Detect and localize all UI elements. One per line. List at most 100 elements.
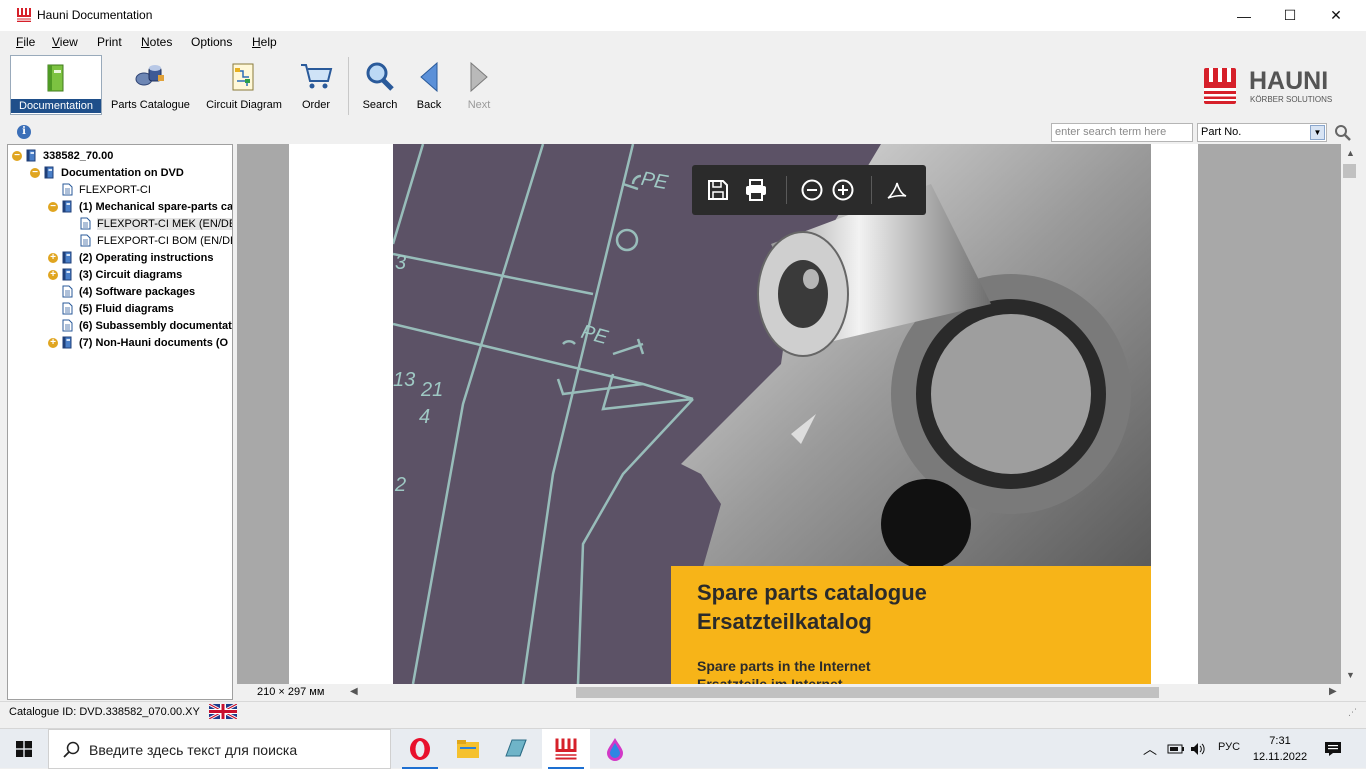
- book-icon: [62, 200, 72, 213]
- expand-icon[interactable]: +: [48, 252, 58, 263]
- expand-icon[interactable]: +: [48, 337, 58, 348]
- hauni-icon: [555, 738, 577, 760]
- search-button[interactable]: Search: [360, 55, 400, 115]
- search-field-select[interactable]: Part No. ▼: [1197, 123, 1327, 142]
- tree-node[interactable]: − (1) Mechanical spare-parts ca: [48, 198, 233, 215]
- info-icon[interactable]: i: [17, 125, 31, 139]
- document-icon: [62, 183, 73, 196]
- horizontal-scrollbar[interactable]: 210 × 297 мм ◀ ▶: [237, 684, 1341, 701]
- tree-node-label: FLEXPORT-CI MEK (EN/DE): [97, 217, 232, 230]
- tree-node-label: Documentation on DVD: [61, 166, 184, 179]
- taskbar-search[interactable]: Введите здесь текст для поиска: [48, 729, 391, 769]
- drawing-label-3: 3: [395, 252, 407, 274]
- tree-node-label: (3) Circuit diagrams: [79, 268, 183, 281]
- tree-node[interactable]: (4) Software packages: [48, 283, 195, 300]
- book-icon: [62, 336, 72, 349]
- resize-grip-icon[interactable]: ⋰: [1348, 707, 1357, 718]
- volume-icon[interactable]: [1190, 742, 1206, 756]
- tree-node-label: FLEXPORT-CI BOM (EN/DE): [97, 234, 233, 247]
- scroll-left-icon[interactable]: ◀: [350, 686, 358, 697]
- circuit-diagram-button[interactable]: Circuit Diagram: [203, 55, 285, 115]
- close-button[interactable]: ✕: [1313, 0, 1359, 31]
- drawing-label-21: 21: [421, 379, 444, 401]
- documentation-button[interactable]: Documentation: [10, 55, 102, 115]
- tree-node[interactable]: FLEXPORT-CI BOM (EN/DE): [66, 232, 233, 249]
- scroll-thumb[interactable]: [1343, 164, 1356, 178]
- battery-icon[interactable]: [1167, 742, 1185, 756]
- hauni-app-icon: [17, 8, 31, 22]
- menu-print[interactable]: Print: [97, 35, 122, 49]
- windows-start-icon[interactable]: [16, 741, 32, 757]
- drawing-label-2: 2: [395, 474, 407, 496]
- scroll-up-icon[interactable]: ▲: [1346, 148, 1355, 158]
- menu-view[interactable]: View: [52, 35, 78, 49]
- file-explorer-taskbar-icon[interactable]: [444, 729, 492, 769]
- chevron-down-icon[interactable]: ▼: [1310, 125, 1325, 140]
- document-icon: [80, 217, 91, 230]
- tree-node[interactable]: (5) Fluid diagrams: [48, 300, 174, 317]
- collapse-icon[interactable]: −: [48, 201, 58, 212]
- scroll-down-icon[interactable]: ▼: [1346, 670, 1355, 680]
- menu-help[interactable]: Help: [252, 35, 277, 49]
- app-taskbar-icon[interactable]: [492, 729, 540, 769]
- menu-options[interactable]: Options: [191, 35, 232, 49]
- scroll-thumb-horizontal[interactable]: [576, 687, 1159, 698]
- pdf-toolbar: [692, 165, 926, 215]
- tree-node-label: (5) Fluid diagrams: [79, 302, 174, 315]
- cover-image: PE PE 3 13 21 4 2 Spare parts catalogue …: [393, 144, 1151, 684]
- clock[interactable]: 7:31 12.11.2022: [1250, 733, 1310, 765]
- menu-bar: File View Print Notes Options Help: [0, 31, 1366, 53]
- windows-taskbar: Введите здесь текст для поиска ︿ РУС 7:3…: [0, 728, 1366, 769]
- maximize-button[interactable]: ☐: [1267, 0, 1313, 31]
- paint-taskbar-icon[interactable]: [591, 729, 639, 769]
- expand-icon[interactable]: +: [48, 269, 58, 280]
- show-hidden-icons-icon[interactable]: ︿: [1143, 739, 1157, 759]
- search-input[interactable]: enter search term here: [1051, 123, 1193, 142]
- menu-notes[interactable]: Notes: [141, 35, 172, 49]
- uk-flag-icon[interactable]: [209, 704, 237, 719]
- book-icon: [44, 166, 54, 179]
- collapse-icon[interactable]: −: [12, 150, 22, 161]
- tree-node[interactable]: (6) Subassembly documentat: [48, 317, 232, 334]
- menu-file[interactable]: File: [16, 35, 35, 49]
- save-icon[interactable]: [706, 178, 730, 202]
- acrobat-icon[interactable]: [885, 178, 909, 202]
- zoom-in-icon[interactable]: [831, 178, 855, 202]
- document-viewer[interactable]: PE PE 3 13 21 4 2 Spare parts catalogue …: [237, 144, 1341, 684]
- collapse-icon[interactable]: −: [30, 167, 40, 178]
- opera-taskbar-icon[interactable]: [396, 729, 444, 769]
- input-language[interactable]: РУС: [1218, 741, 1240, 753]
- tree-node[interactable]: + (2) Operating instructions: [48, 249, 213, 266]
- print-icon[interactable]: [744, 178, 768, 202]
- tree-node[interactable]: + (7) Non-Hauni documents (O: [48, 334, 228, 351]
- order-button[interactable]: Order: [296, 55, 336, 115]
- document-tree[interactable]: −338582_70.00− Documentation on DVD FLEXPO…: [7, 144, 233, 700]
- search-bar: i enter search term here Part No. ▼: [0, 120, 1366, 144]
- scroll-right-icon[interactable]: ▶: [1329, 686, 1337, 697]
- pdf-toolbar-separator: [786, 176, 787, 204]
- tree-node[interactable]: + (3) Circuit diagrams: [48, 266, 182, 283]
- tree-node[interactable]: − Documentation on DVD: [30, 164, 184, 181]
- paint-drop-icon: [607, 738, 623, 761]
- vertical-scrollbar[interactable]: ▲ ▼: [1341, 144, 1358, 684]
- back-button[interactable]: Back: [410, 55, 448, 115]
- magnifier-icon: [366, 62, 394, 91]
- book-icon: [47, 64, 64, 92]
- parts-catalogue-button[interactable]: Parts Catalogue: [108, 55, 193, 115]
- zoom-out-icon[interactable]: [800, 178, 824, 202]
- book-app-icon: [505, 739, 527, 757]
- window-title: Hauni Documentation: [37, 8, 153, 22]
- tree-node-label: (1) Mechanical spare-parts ca: [79, 200, 233, 213]
- search-go-icon[interactable]: [1334, 124, 1352, 142]
- page-size-label: 210 × 297 мм: [257, 686, 325, 698]
- tree-node-label: (6) Subassembly documentat: [79, 319, 232, 332]
- tree-node[interactable]: − 338582_70.00: [12, 147, 113, 164]
- document-icon: [80, 234, 91, 247]
- next-button[interactable]: Next: [460, 55, 498, 115]
- document-subtitle-en: Spare parts in the Internet: [697, 658, 871, 674]
- notifications-icon[interactable]: [1324, 741, 1342, 757]
- tree-node[interactable]: FLEXPORT-CI MEK (EN/DE): [66, 215, 232, 232]
- minimize-button[interactable]: —: [1221, 0, 1267, 31]
- hauni-taskbar-icon[interactable]: [542, 729, 590, 769]
- tree-node[interactable]: FLEXPORT-CI: [48, 181, 151, 198]
